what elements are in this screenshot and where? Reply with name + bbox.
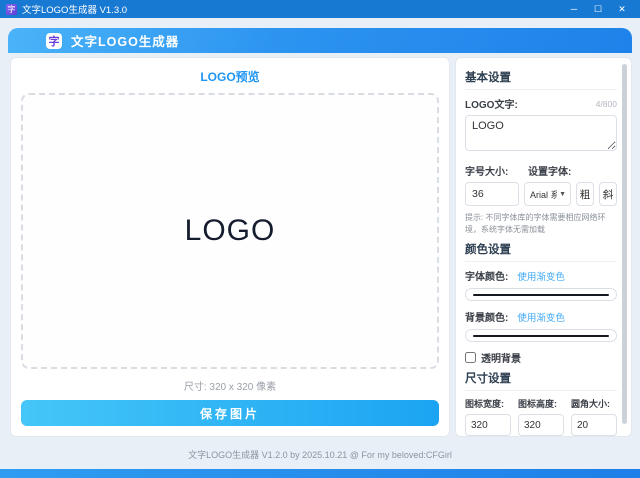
- icon-height-field: 图标高度:: [518, 397, 564, 436]
- transparent-bg-checkbox[interactable]: [465, 352, 476, 363]
- font-hint-text: 提示: 不同字体库的字体需要相应网络环境，系统字体无需加载: [465, 212, 617, 236]
- font-color-row: 字体颜色: 使用渐变色: [465, 268, 617, 283]
- save-image-button[interactable]: 保存图片: [21, 400, 439, 426]
- logo-preview-canvas: LOGO: [21, 93, 439, 369]
- bg-color-label: 背景颜色:: [465, 309, 508, 324]
- corner-radius-input[interactable]: [571, 414, 617, 436]
- icon-width-label: 图标宽度:: [465, 397, 511, 410]
- font-color-label: 字体颜色:: [465, 268, 508, 283]
- logo-text-label-row: LOGO文字: 4/800: [465, 96, 617, 111]
- corner-radius-field: 圆角大小:: [571, 397, 617, 436]
- corner-radius-label: 圆角大小:: [571, 397, 617, 410]
- app-header: 字 文字LOGO生成器: [8, 28, 632, 53]
- size-fields-row: 图标宽度: 图标高度: 圆角大小:: [465, 397, 617, 436]
- bottom-bar: [0, 469, 640, 478]
- logo-text-input[interactable]: LOGO: [465, 115, 617, 151]
- icon-height-input[interactable]: [518, 414, 564, 436]
- font-size-input[interactable]: [465, 182, 519, 206]
- minimize-icon[interactable]: ─: [562, 0, 586, 18]
- settings-scrollbar[interactable]: [622, 64, 627, 424]
- logo-text-label: LOGO文字:: [465, 96, 518, 111]
- preview-logo-text: LOGO: [185, 214, 276, 248]
- font-family-select[interactable]: Arial 系统 ▼: [524, 182, 571, 206]
- bold-button[interactable]: 粗: [576, 182, 594, 206]
- transparent-bg-label: 透明背景: [481, 350, 521, 365]
- font-family-label: 设置字体:: [528, 163, 571, 178]
- chevron-down-icon: ▼: [559, 191, 566, 198]
- bg-color-picker[interactable]: [465, 329, 617, 342]
- icon-width-field: 图标宽度:: [465, 397, 511, 436]
- titlebar: 字 文字LOGO生成器 V1.3.0 ─ ☐ ✕: [0, 0, 640, 18]
- app-title: 文字LOGO生成器: [71, 31, 179, 50]
- font-gradient-link[interactable]: 使用渐变色: [517, 269, 565, 283]
- font-controls-row: Arial 系统 ▼ 粗 斜: [465, 182, 617, 206]
- font-size-label: 字号大小:: [465, 163, 528, 178]
- footer-text: 文字LOGO生成器 V1.2.0 by 2025.10.21 @ For my …: [0, 448, 640, 461]
- app-icon: 字: [6, 4, 17, 15]
- window-controls: ─ ☐ ✕: [562, 0, 634, 18]
- icon-width-input[interactable]: [465, 414, 511, 436]
- color-settings-heading: 颜色设置: [465, 241, 617, 262]
- bg-color-row: 背景颜色: 使用渐变色: [465, 309, 617, 324]
- preview-panel: LOGO预览 LOGO 尺寸: 320 x 320 像素 保存图片: [10, 57, 450, 437]
- size-settings-heading: 尺寸设置: [465, 370, 617, 391]
- preview-title: LOGO预览: [21, 64, 439, 93]
- logo-icon: 字: [46, 33, 62, 49]
- transparent-bg-row: 透明背景: [465, 350, 617, 365]
- basic-settings-heading: 基本设置: [465, 69, 617, 90]
- font-color-picker[interactable]: [465, 288, 617, 301]
- bg-gradient-link[interactable]: 使用渐变色: [517, 310, 565, 324]
- font-labels-row: 字号大小: 设置字体:: [465, 163, 617, 178]
- char-counter: 4/800: [596, 99, 617, 109]
- close-icon[interactable]: ✕: [610, 0, 634, 18]
- window-title: 文字LOGO生成器 V1.3.0: [22, 2, 127, 16]
- font-family-value: Arial 系统: [530, 188, 557, 201]
- preview-size-text: 尺寸: 320 x 320 像素: [21, 369, 439, 400]
- maximize-icon[interactable]: ☐: [586, 0, 610, 18]
- settings-panel: 基本设置 LOGO文字: 4/800 LOGO 字号大小: 设置字体: Aria…: [455, 57, 632, 437]
- icon-height-label: 图标高度:: [518, 397, 564, 410]
- italic-button[interactable]: 斜: [599, 182, 617, 206]
